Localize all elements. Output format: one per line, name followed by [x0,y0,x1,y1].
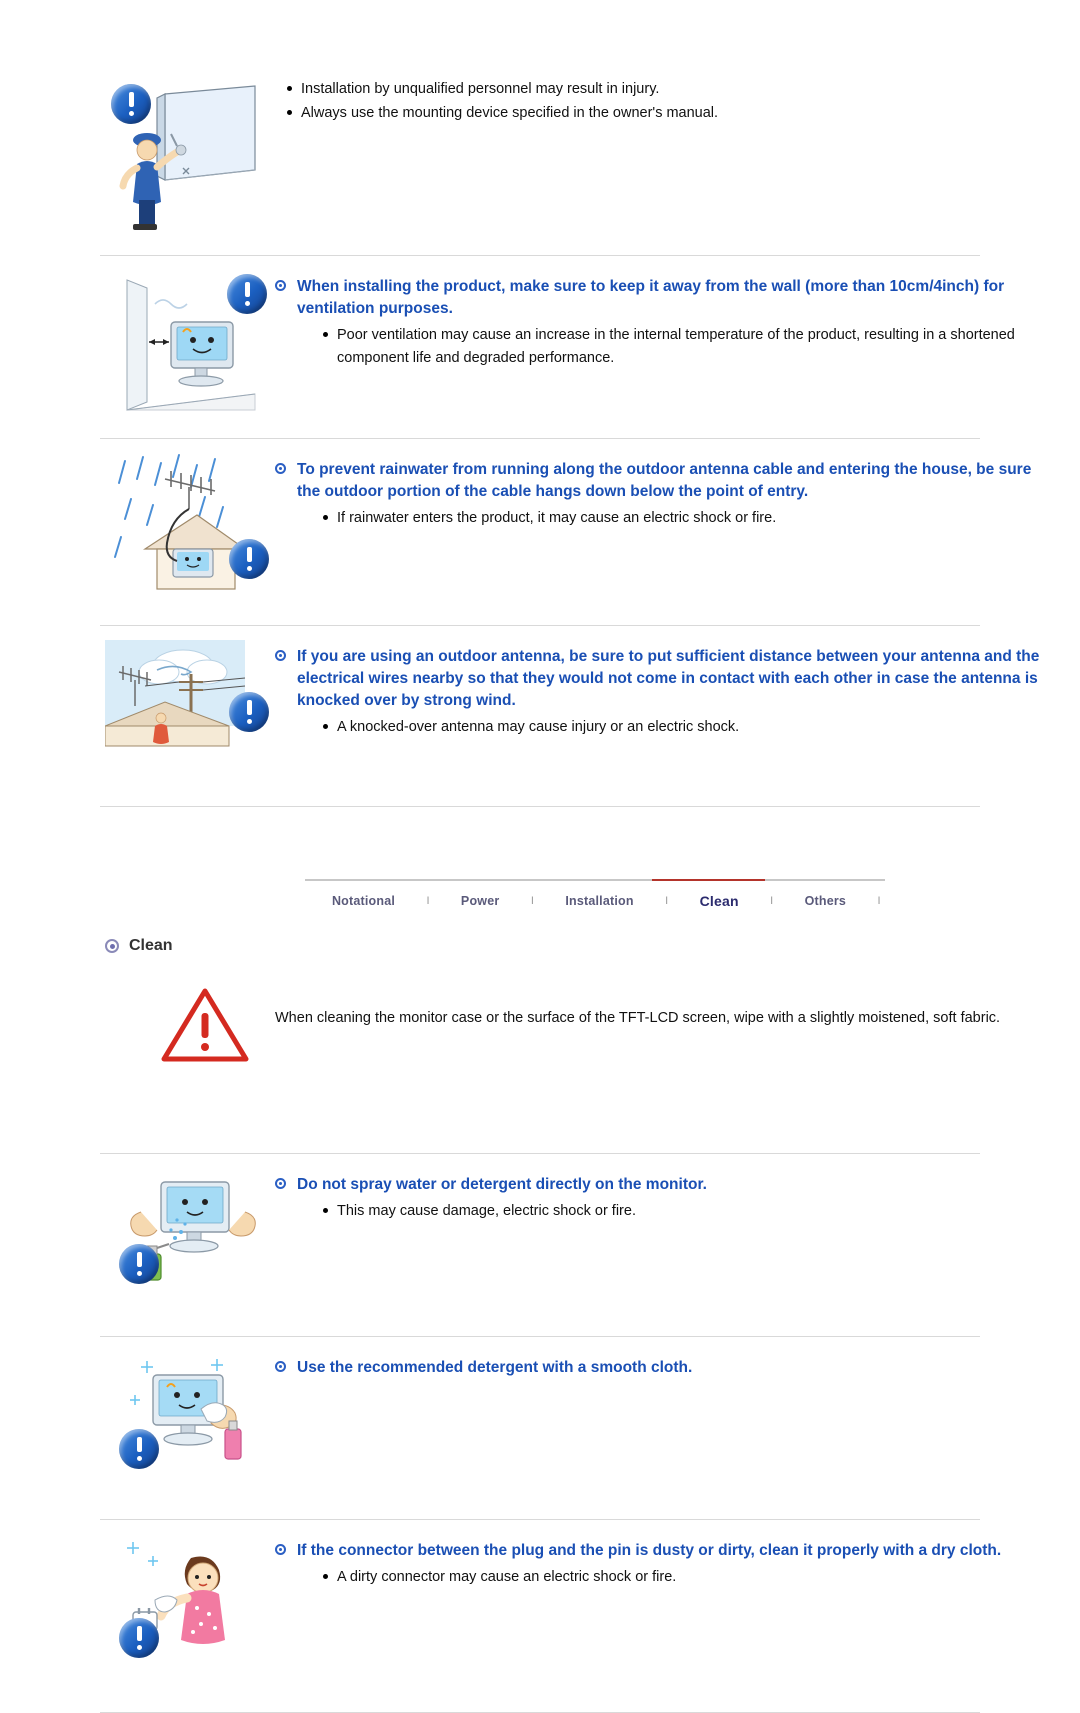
bullet-list: A dirty connector may cause an electric … [275,1566,1045,1589]
bullet-list: Installation by unqualified personnel ma… [275,78,1045,125]
divider [100,1519,980,1520]
section-dusty-connector: If the connector between the plug and th… [0,1534,1080,1684]
tabbar-wrapper: Notational I Power I Installation I Clea… [0,879,1080,915]
tab-clean[interactable]: Clean [673,887,766,909]
illustration-monitor-near-wall [105,270,275,420]
bullet-item: If rainwater enters the product, it may … [323,507,1045,530]
section-body: Do not spray water or detergent directly… [275,1168,1080,1224]
section-wall-distance: When installing the product, make sure t… [0,270,1080,420]
section-install-qualified: Installation by unqualified personnel ma… [0,72,1080,237]
page-title: Clean [129,937,173,954]
clean-intro-body: When cleaning the monitor case or the su… [275,985,1080,1030]
illustration-person-mounting-monitor-on-wall [105,72,275,237]
illustration-cleaning-plug [105,1534,275,1684]
section-body: Installation by unqualified personnel ma… [275,72,1080,126]
heading-bullet-icon [275,463,286,474]
illustration-cleaning-with-cloth [105,1351,275,1501]
section-body: If the connector between the plug and th… [275,1534,1080,1590]
section-body: To prevent rainwater from running along … [275,453,1080,531]
bullet-list: Poor ventilation may cause an increase i… [275,324,1045,370]
tab-separator: I [877,895,881,907]
heading-text: Do not spray water or detergent directly… [297,1176,707,1193]
document-page: Installation by unqualified personnel ma… [0,72,1080,1713]
divider [100,806,980,807]
section-body: When installing the product, make sure t… [275,270,1080,371]
divider [100,255,980,256]
heading-bullet-icon [275,650,286,661]
section-bullet-icon [105,939,119,953]
heading-text: Use the recommended detergent with a smo… [297,1359,693,1376]
divider [100,1153,980,1154]
exclamation-icon [119,1244,159,1284]
divider [100,1336,980,1337]
section-body: Use the recommended detergent with a smo… [275,1351,1080,1383]
illustration-spray-at-monitor [105,1168,275,1318]
tab-power[interactable]: Power [434,888,526,908]
exclamation-icon [111,84,151,124]
section-heading: Use the recommended detergent with a smo… [275,1357,1045,1379]
bullet-item: Installation by unqualified personnel ma… [287,78,1045,101]
tab-separator: I [665,895,669,907]
bullet-item: A knocked-over antenna may cause injury … [323,716,1045,739]
exclamation-icon [229,539,269,579]
section-no-spray: Do not spray water or detergent directly… [0,1168,1080,1318]
tab-notational[interactable]: Notational [305,888,422,908]
heading-text: When installing the product, make sure t… [297,278,1005,317]
heading-text: To prevent rainwater from running along … [297,461,1032,500]
section-heading: If the connector between the plug and th… [275,1540,1045,1562]
tabbar[interactable]: Notational I Power I Installation I Clea… [305,879,885,915]
heading-bullet-icon [275,1544,286,1555]
heading-bullet-icon [275,1178,286,1189]
bullet-item: Always use the mounting device specified… [287,102,1045,125]
section-heading: To prevent rainwater from running along … [275,459,1045,503]
heading-bullet-icon [275,280,286,291]
section-rainwater-antenna: To prevent rainwater from running along … [0,453,1080,605]
bullet-item: This may cause damage, electric shock or… [323,1200,1045,1223]
tab-installation[interactable]: Installation [538,888,660,908]
section-heading: Do not spray water or detergent directly… [275,1174,1045,1196]
section-heading: If you are using an outdoor antenna, be … [275,646,1045,712]
bullet-list: If rainwater enters the product, it may … [275,507,1045,530]
divider [100,625,980,626]
clean-intro-row: When cleaning the monitor case or the su… [0,985,1080,1135]
tab-separator: I [770,895,774,907]
bullet-list: A knocked-over antenna may cause injury … [275,716,1045,739]
heading-text: If the connector between the plug and th… [297,1542,1002,1559]
section-heading: When installing the product, make sure t… [275,276,1045,320]
clean-intro-text: When cleaning the monitor case or the su… [275,1010,1001,1026]
warning-triangle-illustration [105,985,275,1135]
exclamation-icon [119,1618,159,1658]
tab-separator: I [426,895,430,907]
tab-separator: I [530,895,534,907]
clean-section-title: Clean [105,937,1080,955]
section-outdoor-antenna-distance: If you are using an outdoor antenna, be … [0,640,1080,790]
bullet-item: Poor ventilation may cause an increase i… [323,324,1045,370]
divider [100,438,980,439]
section-body: If you are using an outdoor antenna, be … [275,640,1080,740]
warning-triangle-icon [161,988,249,1062]
bullet-item: A dirty connector may cause an electric … [323,1566,1045,1589]
illustration-rain-antenna-house [105,453,275,605]
tab-others[interactable]: Others [778,888,873,908]
bullet-list: This may cause damage, electric shock or… [275,1200,1045,1223]
heading-text: If you are using an outdoor antenna, be … [297,648,1040,709]
tab-active-indicator [652,879,765,881]
exclamation-icon [227,274,267,314]
rainwater-illustration-svg [114,454,247,590]
exclamation-icon [229,692,269,732]
heading-bullet-icon [275,1361,286,1372]
exclamation-icon [119,1429,159,1469]
section-recommended-detergent: Use the recommended detergent with a smo… [0,1351,1080,1501]
illustration-antenna-power-lines [104,640,275,790]
